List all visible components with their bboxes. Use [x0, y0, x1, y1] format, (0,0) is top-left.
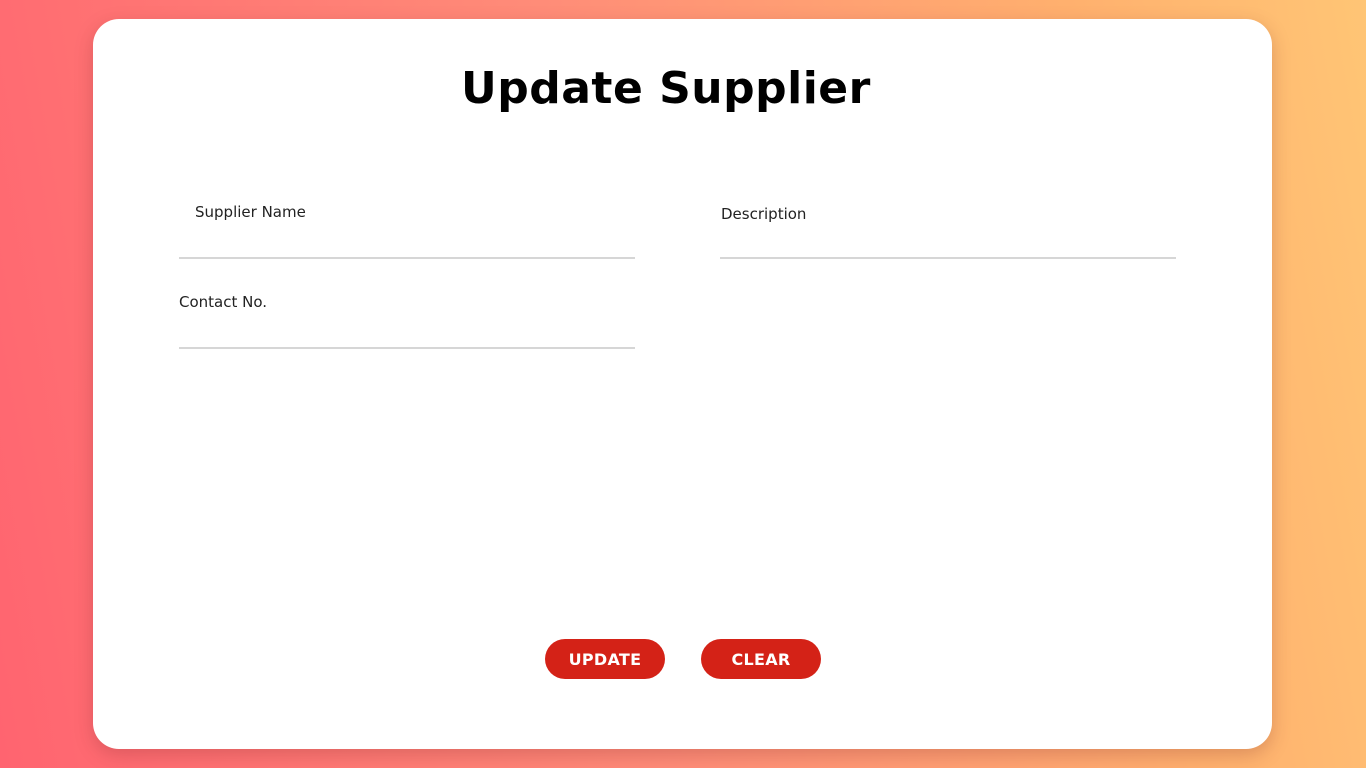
description-input[interactable]	[720, 193, 1176, 259]
description-field: Description	[720, 193, 1176, 259]
supplier-name-field: Supplier Name	[179, 193, 635, 259]
contact-no-label: Contact No.	[179, 293, 268, 311]
update-button[interactable]: UPDATE	[545, 639, 665, 679]
description-label: Description	[721, 205, 807, 223]
clear-button[interactable]: CLEAR	[701, 639, 821, 679]
supplier-name-label: Supplier Name	[195, 203, 306, 221]
page-title: Update Supplier	[461, 63, 871, 114]
contact-no-field: Contact No.	[179, 283, 635, 349]
update-supplier-card: Update Supplier Supplier Name Descriptio…	[93, 19, 1272, 749]
